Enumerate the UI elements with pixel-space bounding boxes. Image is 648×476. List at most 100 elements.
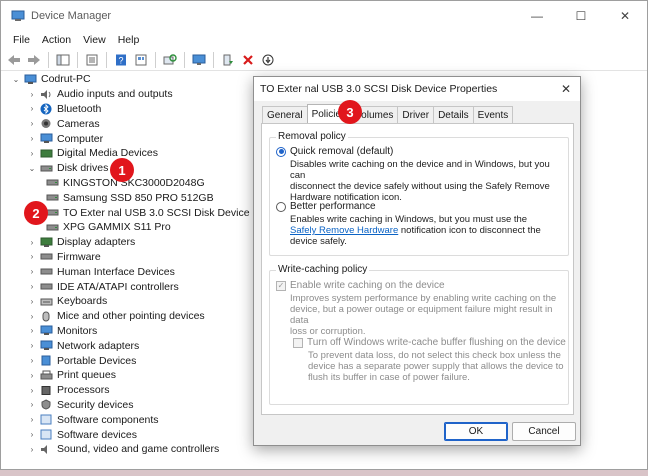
tab-details[interactable]: Details — [433, 106, 474, 123]
turn-off-flushing-description: To prevent data loss, do not select this… — [308, 350, 568, 383]
show-hide-console-tree-button[interactable] — [54, 51, 72, 69]
menu-action[interactable]: Action — [36, 34, 77, 46]
forward-button[interactable] — [25, 51, 43, 69]
update-driver-button[interactable] — [219, 51, 237, 69]
scan-hardware-changes-button[interactable] — [161, 51, 179, 69]
tree-item-label: Network adapters — [57, 339, 140, 352]
view-button[interactable] — [132, 51, 150, 69]
menu-view[interactable]: View — [77, 34, 112, 46]
desc-line: device has a separate power supply that … — [308, 361, 564, 372]
software-component-icon — [39, 414, 53, 425]
expand-chevron-icon[interactable]: › — [27, 445, 37, 454]
expand-chevron-icon[interactable]: › — [27, 356, 37, 365]
expand-chevron-icon[interactable]: › — [27, 134, 37, 143]
expand-chevron-icon[interactable]: › — [27, 430, 37, 439]
device-properties-dialog: TO Exter nal USB 3.0 SCSI Disk Device Pr… — [253, 76, 581, 446]
tree-item-label: Security devices — [57, 398, 134, 411]
turn-off-flushing-checkbox[interactable] — [293, 337, 303, 348]
dialog-title-bar: TO Exter nal USB 3.0 SCSI Disk Device Pr… — [254, 77, 580, 101]
expand-chevron-icon[interactable]: › — [27, 238, 37, 247]
expand-chevron-icon[interactable]: › — [27, 297, 37, 306]
desc-line: disconnect the device safely without usi… — [290, 181, 550, 192]
monitor-button[interactable] — [190, 51, 208, 69]
grid-icon — [135, 54, 147, 65]
desc-line: flush its buffer in case of power failur… — [308, 372, 470, 383]
tree-item-label: Print queues — [57, 369, 116, 382]
expand-chevron-icon[interactable]: › — [27, 149, 37, 158]
dialog-close-button[interactable]: ✕ — [552, 77, 580, 101]
bluetooth-icon — [39, 103, 53, 115]
quick-removal-radio[interactable] — [276, 146, 286, 157]
expand-chevron-icon[interactable]: › — [27, 386, 37, 395]
collapse-chevron-icon[interactable]: ⌄ — [27, 164, 37, 173]
disk-drive-icon — [39, 163, 53, 174]
tree-item-label: Firmware — [57, 250, 101, 263]
tree-item-label: Software components — [57, 413, 159, 426]
arrow-right-icon — [28, 54, 40, 65]
expand-chevron-icon[interactable]: › — [27, 119, 37, 128]
expand-chevron-icon[interactable]: › — [27, 371, 37, 380]
properties-icon — [86, 54, 98, 65]
expand-chevron-icon[interactable]: › — [27, 415, 37, 424]
better-performance-option[interactable]: Better performance — [276, 201, 376, 212]
write-caching-label: Write-caching policy — [276, 264, 370, 275]
tree-item-label: Monitors — [57, 324, 98, 337]
tab-general[interactable]: General — [262, 106, 308, 123]
expand-chevron-icon[interactable]: › — [27, 252, 37, 261]
tree-item-label: Human Interface Devices — [57, 265, 175, 278]
tree-item-label: Audio inputs and outputs — [57, 88, 173, 101]
menu-help[interactable]: Help — [112, 34, 146, 46]
desc-line: Safely Remove Hardware notification icon… — [290, 225, 565, 236]
menu-file[interactable]: File — [7, 34, 36, 46]
safely-remove-hardware-link[interactable]: Safely Remove Hardware — [290, 225, 398, 236]
disk-item-label: TO Exter nal USB 3.0 SCSI Disk Device — [63, 206, 250, 219]
maximize-button[interactable]: ☐ — [559, 1, 603, 31]
turn-off-flushing-option[interactable]: Turn off Windows write-cache buffer flus… — [293, 337, 566, 348]
disk-item-label: Samsung SSD 850 PRO 512GB — [63, 191, 214, 204]
disk-item-label: KINGSTON SKC3000D2048G — [63, 176, 205, 189]
expand-chevron-icon[interactable]: › — [27, 282, 37, 291]
removal-policy-label: Removal policy — [276, 131, 348, 142]
tree-item-label: IDE ATA/ATAPI controllers — [57, 280, 179, 293]
enable-write-caching-checkbox[interactable]: ✓ — [276, 280, 286, 291]
quick-removal-option[interactable]: Quick removal (default) — [276, 146, 393, 157]
tab-driver[interactable]: Driver — [397, 106, 435, 123]
tab-events[interactable]: Events — [472, 106, 514, 123]
display-adapter-icon — [39, 237, 53, 248]
back-button[interactable] — [5, 51, 23, 69]
turn-off-flushing-label: Turn off Windows write-cache buffer flus… — [307, 337, 566, 348]
network-adapter-icon — [39, 340, 53, 351]
better-performance-radio[interactable] — [276, 201, 286, 212]
enable-write-caching-option[interactable]: ✓ Enable write caching on the device — [276, 280, 445, 291]
minimize-button[interactable]: — — [515, 1, 559, 31]
expand-chevron-icon[interactable]: › — [27, 312, 37, 321]
toolbar-separator — [213, 51, 214, 68]
removal-policy-group: Removal policy Quick removal (default) D… — [269, 131, 569, 256]
expand-chevron-icon[interactable]: › — [27, 104, 37, 113]
expand-chevron-icon[interactable]: › — [27, 90, 37, 99]
collapse-chevron-icon[interactable]: ⌄ — [11, 75, 21, 84]
enable-write-caching-label: Enable write caching on the device — [290, 280, 445, 291]
uninstall-device-button[interactable] — [239, 51, 257, 69]
device-manager-icon — [11, 10, 25, 21]
tree-item-label: Sound, video and game controllers — [57, 443, 220, 456]
expand-chevron-icon[interactable]: › — [27, 341, 37, 350]
console-tree-icon — [56, 54, 70, 65]
speaker-icon — [39, 89, 53, 100]
step-badge-1: 1 — [110, 158, 134, 182]
hid-icon — [39, 266, 53, 277]
ok-button[interactable]: OK — [444, 422, 508, 441]
quick-removal-description: Disables write caching on the device and… — [290, 159, 565, 203]
expand-chevron-icon[interactable]: › — [27, 267, 37, 276]
disable-device-button[interactable] — [259, 51, 277, 69]
cancel-button[interactable]: Cancel — [512, 422, 576, 441]
expand-chevron-icon[interactable]: › — [27, 400, 37, 409]
close-button[interactable]: ✕ — [603, 1, 647, 31]
properties-button[interactable] — [83, 51, 101, 69]
help-icon: ? — [116, 54, 126, 65]
expand-chevron-icon[interactable]: › — [27, 326, 37, 335]
desc-line: To prevent data loss, do not select this… — [308, 350, 561, 361]
help-button[interactable]: ? — [112, 51, 130, 69]
toolbar-separator — [48, 51, 49, 68]
keyboard-icon — [39, 296, 53, 307]
